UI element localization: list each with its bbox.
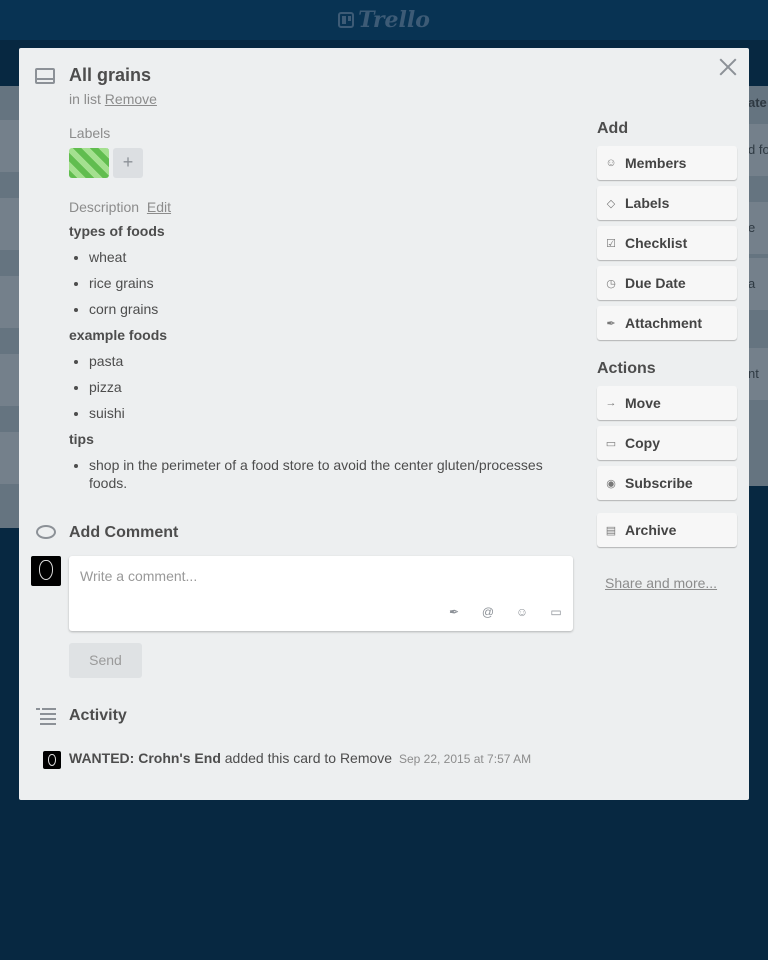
- list-name-link[interactable]: Remove: [105, 91, 157, 107]
- labels-heading: Labels: [69, 125, 111, 141]
- card-title[interactable]: All grains: [69, 65, 151, 86]
- eye-icon: ◉: [606, 477, 616, 490]
- copy-label: Copy: [625, 435, 660, 451]
- description-body[interactable]: types of foods wheat rice grains corn gr…: [69, 220, 569, 492]
- list-item: shop in the perimeter of a food store to…: [89, 454, 569, 492]
- activity-date[interactable]: Sep 22, 2015 at 7:57 AM: [399, 752, 531, 766]
- due-date-button[interactable]: ◷ Due Date: [597, 266, 737, 300]
- list-item: suishi: [89, 402, 569, 428]
- share-and-more-link[interactable]: Share and more...: [605, 575, 717, 591]
- list-item: rice grains: [89, 272, 569, 298]
- mention-icon[interactable]: @: [481, 605, 495, 619]
- checkbox-icon: ☑: [606, 237, 616, 250]
- list-item: pizza: [89, 376, 569, 402]
- card-icon[interactable]: ▭: [549, 605, 563, 619]
- list-item: wheat: [89, 246, 569, 272]
- paperclip-icon: ✒: [606, 317, 616, 330]
- comment-bubble-icon: [36, 525, 56, 539]
- send-button[interactable]: Send: [69, 643, 142, 678]
- actions-heading: Actions: [597, 360, 656, 377]
- comment-input[interactable]: [69, 556, 573, 596]
- avatar-face-icon: [48, 754, 56, 766]
- arrow-right-icon: →: [605, 397, 617, 409]
- comment-tools: ✒ @ ☺ ▭: [447, 605, 563, 619]
- list-item: corn grains: [89, 298, 569, 324]
- person-icon: ☺: [605, 157, 617, 169]
- activity-avatar[interactable]: [43, 751, 61, 769]
- checklist-button[interactable]: ☑ Checklist: [597, 226, 737, 260]
- clock-icon: ◷: [606, 277, 616, 290]
- description-edit-link[interactable]: Edit: [147, 199, 171, 215]
- activity-entry: WANTED: Crohn's End added this card to R…: [69, 750, 531, 766]
- comment-composer: ✒ @ ☺ ▭: [69, 556, 573, 631]
- activity-user[interactable]: WANTED: Crohn's End: [69, 750, 221, 766]
- move-button[interactable]: → Move: [597, 386, 737, 420]
- in-list-prefix: in list: [69, 91, 101, 107]
- archive-box-icon: ▤: [605, 524, 617, 537]
- card-icon: [35, 68, 55, 84]
- subscribe-label: Subscribe: [625, 475, 693, 491]
- card-detail-window: All grains in list Remove Labels + Descr…: [19, 48, 749, 800]
- card-copy-icon: ▭: [605, 437, 617, 450]
- labels-button[interactable]: ◇ Labels: [597, 186, 737, 220]
- due-date-label: Due Date: [625, 275, 686, 291]
- members-button[interactable]: ☺ Members: [597, 146, 737, 180]
- attachment-icon[interactable]: ✒: [447, 605, 461, 619]
- emoji-icon[interactable]: ☺: [515, 605, 529, 619]
- add-comment-heading: Add Comment: [69, 524, 179, 541]
- close-icon[interactable]: [717, 56, 739, 78]
- add-heading: Add: [597, 120, 629, 137]
- activity-heading: Activity: [69, 707, 127, 724]
- description-list: pasta pizza suishi: [89, 350, 569, 428]
- archive-label: Archive: [625, 522, 677, 538]
- archive-button[interactable]: ▤ Archive: [597, 513, 737, 547]
- description-section-title: tips: [69, 431, 94, 447]
- labels-label: Labels: [625, 195, 670, 211]
- members-label: Members: [625, 155, 687, 171]
- attachment-button[interactable]: ✒ Attachment: [597, 306, 737, 340]
- subscribe-button[interactable]: ◉ Subscribe: [597, 466, 737, 500]
- activity-action: added this card to Remove: [224, 750, 393, 766]
- description-list: shop in the perimeter of a food store to…: [89, 454, 569, 492]
- avatar[interactable]: [31, 556, 61, 586]
- description-section-title: example foods: [69, 327, 168, 343]
- tag-icon: ◇: [606, 197, 616, 210]
- description-list: wheat rice grains corn grains: [89, 246, 569, 324]
- add-label-button[interactable]: +: [113, 148, 143, 178]
- list-item: pasta: [89, 350, 569, 376]
- activity-list-icon: [36, 708, 56, 725]
- attachment-label: Attachment: [625, 315, 703, 331]
- in-list-line: in list Remove: [69, 91, 157, 107]
- description-section-title: types of foods: [69, 223, 165, 239]
- avatar-face-icon: [39, 560, 53, 580]
- description-heading: Description Edit: [69, 199, 171, 215]
- move-label: Move: [625, 395, 661, 411]
- copy-button[interactable]: ▭ Copy: [597, 426, 737, 460]
- card-label-green[interactable]: [69, 148, 109, 178]
- description-label: Description: [69, 199, 140, 215]
- checklist-label: Checklist: [625, 235, 688, 251]
